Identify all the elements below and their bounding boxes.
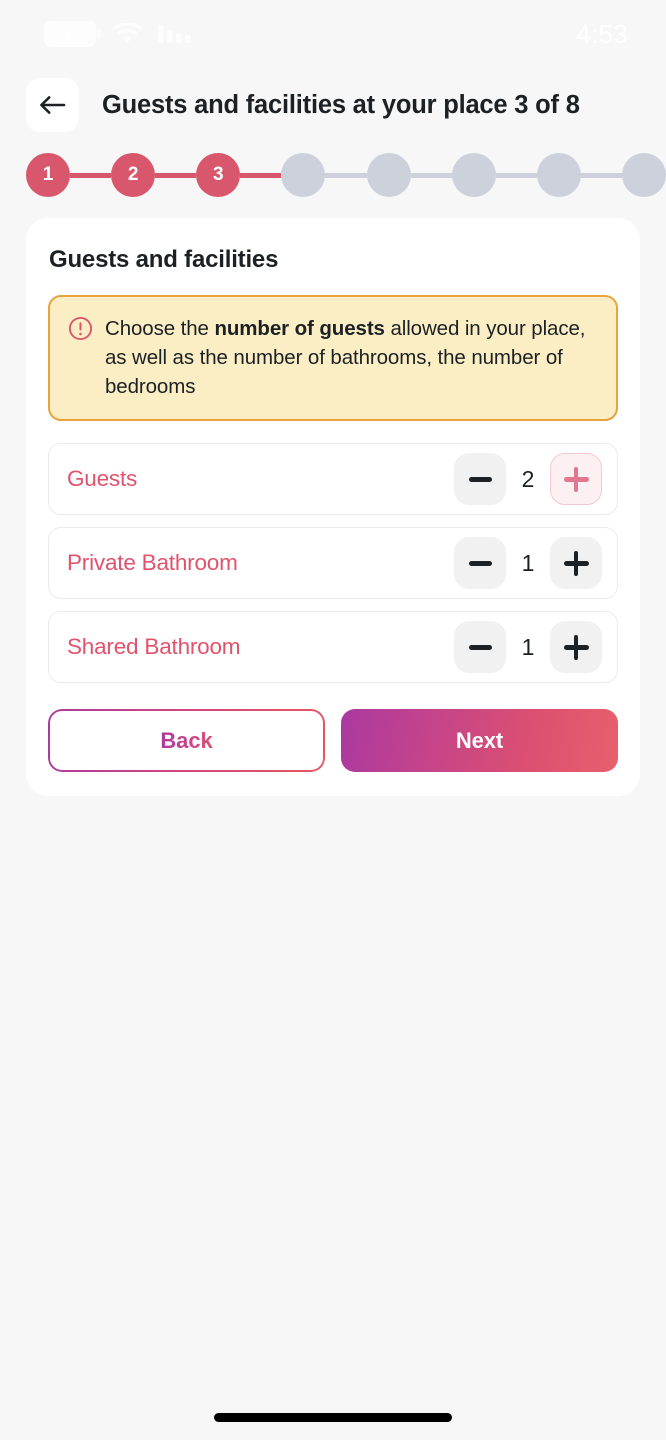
exclamation-circle-icon bbox=[68, 316, 93, 341]
back-step-button[interactable]: Back bbox=[48, 709, 325, 773]
page-title: Guests and facilities at your place 3 of… bbox=[102, 90, 580, 119]
plus-icon bbox=[563, 466, 589, 492]
increment-button[interactable] bbox=[550, 537, 602, 590]
alert-message: Choose the number of guests allowed in y… bbox=[105, 314, 598, 401]
step-node-3[interactable]: 3 bbox=[196, 153, 241, 197]
signal-bars-icon bbox=[158, 25, 191, 43]
info-alert: Choose the number of guests allowed in y… bbox=[48, 295, 618, 422]
home-indicator[interactable] bbox=[214, 1413, 452, 1422]
form-actions: Back Next bbox=[48, 709, 618, 773]
wifi-icon bbox=[112, 23, 142, 44]
battery-icon: 47 bbox=[44, 21, 101, 47]
step-connector-3 bbox=[240, 172, 282, 178]
step-connector-4 bbox=[325, 172, 367, 178]
step-node-1[interactable]: 1 bbox=[26, 153, 70, 197]
alert-text-before: Choose the bbox=[105, 317, 215, 340]
progress-stepper: 123 bbox=[26, 152, 666, 198]
counter-controls: 2 bbox=[454, 453, 602, 506]
phone-screen: 47 4:53 Guests and facilities at your pl… bbox=[0, 0, 666, 1440]
minus-icon bbox=[468, 645, 492, 650]
back-button[interactable] bbox=[26, 78, 79, 132]
step-node-7[interactable] bbox=[536, 153, 581, 197]
plus-icon bbox=[563, 634, 589, 660]
counter-list: Guests 2 Private Bathroom 1 Shared Bathroom 1 bbox=[48, 443, 618, 684]
step-connector-1 bbox=[70, 172, 112, 178]
step-node-2[interactable]: 2 bbox=[111, 153, 156, 197]
step-node-5[interactable] bbox=[366, 153, 411, 197]
step-node-6[interactable] bbox=[451, 153, 496, 197]
counter-row: Shared Bathroom 1 bbox=[48, 611, 618, 684]
plus-icon bbox=[563, 550, 589, 576]
counter-value: 1 bbox=[521, 633, 535, 660]
increment-button[interactable] bbox=[550, 453, 602, 506]
decrement-button[interactable] bbox=[454, 621, 506, 674]
status-bar-left: 47 bbox=[44, 21, 192, 47]
counter-value: 1 bbox=[521, 549, 535, 576]
decrement-button[interactable] bbox=[454, 453, 506, 506]
battery-level-label: 47 bbox=[61, 25, 79, 43]
counter-row: Private Bathroom 1 bbox=[48, 527, 618, 600]
page-header: Guests and facilities at your place 3 of… bbox=[0, 77, 666, 133]
step-connector-7 bbox=[580, 172, 622, 178]
minus-icon bbox=[468, 477, 492, 482]
status-bar-clock: 4:53 bbox=[576, 18, 628, 49]
counter-value: 2 bbox=[521, 465, 535, 492]
back-step-button-label: Back bbox=[160, 727, 213, 753]
counter-label: Private Bathroom bbox=[67, 550, 238, 576]
next-step-button[interactable]: Next bbox=[341, 709, 618, 773]
arrow-left-icon bbox=[40, 96, 66, 114]
step-node-8[interactable] bbox=[621, 153, 666, 197]
counter-controls: 1 bbox=[454, 537, 602, 590]
alert-text-bold: number of guests bbox=[214, 317, 385, 340]
card-title: Guests and facilities bbox=[49, 246, 279, 273]
counter-label: Shared Bathroom bbox=[67, 634, 241, 660]
counter-row: Guests 2 bbox=[48, 443, 618, 516]
form-card: Guests and facilities Choose the number … bbox=[26, 218, 640, 797]
step-connector-6 bbox=[495, 172, 537, 178]
status-bar: 47 4:53 bbox=[0, 0, 666, 68]
decrement-button[interactable] bbox=[454, 537, 506, 590]
step-connector-2 bbox=[155, 172, 197, 178]
increment-button[interactable] bbox=[550, 621, 602, 674]
step-node-4[interactable] bbox=[281, 153, 326, 197]
counter-label: Guests bbox=[67, 466, 138, 492]
step-connector-5 bbox=[410, 172, 452, 178]
minus-icon bbox=[468, 561, 492, 566]
counter-controls: 1 bbox=[454, 621, 602, 674]
